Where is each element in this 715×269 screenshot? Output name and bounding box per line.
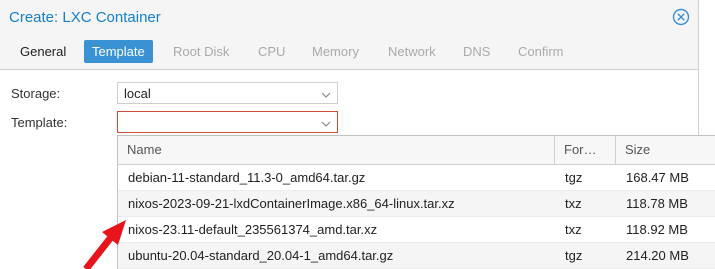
column-header-format[interactable]: For… (555, 136, 616, 164)
grid-header: Name For… Size (118, 136, 715, 165)
dialog-title: Create: LXC Container (9, 9, 161, 26)
table-row[interactable]: debian-11-standard_11.3-0_amd64.tar.gz t… (118, 165, 715, 191)
tab-general[interactable]: General (12, 40, 74, 63)
template-name: ubuntu-20.04-standard_20.04-1_amd64.tar.… (128, 248, 394, 263)
annotation-arrow-icon (83, 220, 126, 269)
template-name: debian-11-standard_11.3-0_amd64.tar.gz (128, 170, 366, 185)
chevron-down-icon[interactable] (321, 117, 331, 127)
template-format: txz (565, 196, 582, 211)
chevron-down-icon[interactable] (321, 88, 331, 98)
template-name: nixos-23.11-default_235561374_amd.tar.xz (128, 222, 378, 237)
template-format: txz (565, 222, 582, 237)
storage-label: Storage: (11, 86, 61, 101)
close-icon[interactable] (671, 7, 691, 27)
tab-memory: Memory (312, 44, 359, 59)
template-format: tgz (565, 170, 583, 185)
tab-template[interactable]: Template (84, 40, 153, 63)
tab-confirm: Confirm (518, 44, 564, 59)
template-label: Template: (11, 115, 68, 130)
tab-network: Network (388, 44, 436, 59)
template-picker-grid: Name For… Size debian-11-standard_11.3-0… (117, 135, 715, 269)
wizard-tabbar: General Template Root Disk CPU Memory Ne… (0, 34, 698, 70)
table-row[interactable]: nixos-2023-09-21-lxdContainerImage.x86_6… (118, 191, 715, 217)
tab-dns: DNS (463, 44, 491, 59)
table-row[interactable]: ubuntu-20.04-standard_20.04-1_amd64.tar.… (118, 243, 715, 269)
storage-value: local (124, 86, 151, 101)
dialog-titlebar: Create: LXC Container (0, 0, 698, 34)
template-size: 118.78 MB (626, 196, 688, 211)
column-header-size[interactable]: Size (616, 136, 715, 164)
template-name: nixos-2023-09-21-lxdContainerImage.x86_6… (128, 196, 455, 211)
template-size: 214.20 MB (626, 248, 689, 263)
tab-root-disk: Root Disk (173, 44, 230, 59)
template-size: 118.92 MB (626, 222, 688, 237)
column-header-name[interactable]: Name (118, 136, 555, 164)
template-format: tgz (565, 248, 583, 263)
template-select[interactable] (117, 111, 338, 133)
storage-select[interactable]: local (117, 82, 338, 104)
template-size: 168.47 MB (626, 170, 689, 185)
tab-cpu: CPU (258, 44, 286, 59)
table-row[interactable]: nixos-23.11-default_235561374_amd.tar.xz… (118, 217, 715, 243)
